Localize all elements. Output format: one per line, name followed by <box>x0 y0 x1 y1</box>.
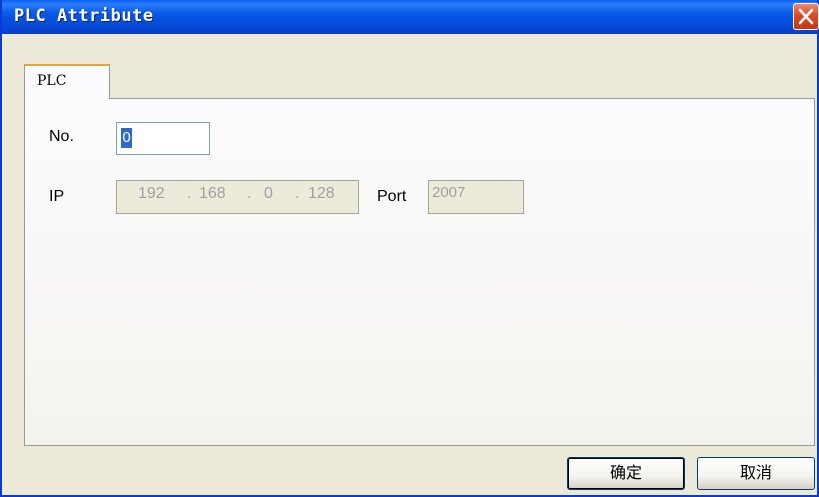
tab-plc[interactable]: PLC <box>24 64 110 99</box>
title-bar[interactable]: PLC Attribute <box>2 0 819 34</box>
ok-button[interactable]: 确定 <box>567 457 685 490</box>
close-button[interactable] <box>793 3 819 30</box>
window-title: PLC Attribute <box>14 6 154 26</box>
close-icon <box>798 8 814 25</box>
ip-address-field[interactable]: 192 . 168 . 0 . 128 <box>116 180 359 214</box>
ip-octet-1: 192 <box>138 185 165 202</box>
no-label: No. <box>49 128 74 145</box>
no-input[interactable] <box>116 122 210 155</box>
ip-dot-1: . <box>187 185 192 202</box>
ip-dot-3: . <box>295 185 300 202</box>
ip-octet-2: 168 <box>199 185 226 202</box>
ip-label: IP <box>49 188 65 205</box>
ip-octet-4: 128 <box>308 185 335 202</box>
port-field[interactable]: 2007 <box>428 180 524 214</box>
tab-plc-label: PLC <box>37 73 67 89</box>
ip-dot-2: . <box>247 185 252 202</box>
ip-octet-3: 0 <box>264 185 273 202</box>
port-label: Port <box>377 188 407 205</box>
plc-attribute-dialog: PLC Attribute PLC No. 0 IP 192 . 168 . 0… <box>0 0 819 497</box>
cancel-button[interactable]: 取消 <box>697 457 815 490</box>
